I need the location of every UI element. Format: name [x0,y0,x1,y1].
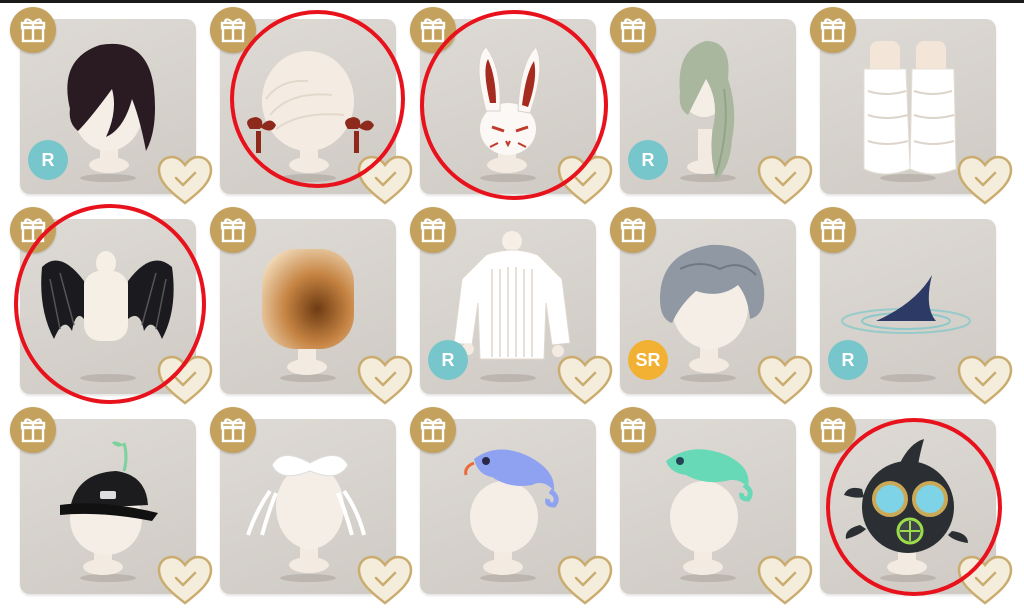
gift-icon[interactable] [210,207,256,253]
item-card-twin-buns-with-red-ribbons[interactable] [210,7,413,205]
item-card-green-chameleon[interactable] [610,407,813,605]
rarity-badge: R [828,340,868,380]
heart-check-icon[interactable] [156,354,214,406]
item-card-long-sage-hair[interactable]: R [610,7,813,205]
heart-check-icon[interactable] [756,354,814,406]
heart-check-icon[interactable] [956,154,1014,206]
gift-icon[interactable] [610,407,656,453]
item-card-black-bat-wings[interactable] [10,207,213,405]
item-card-black-cap-with-sprout[interactable] [10,407,213,605]
gift-icon[interactable] [410,407,456,453]
gift-icon[interactable] [610,207,656,253]
item-card-toasted-marshmallow[interactable] [210,207,413,405]
heart-check-icon[interactable] [356,354,414,406]
gift-icon[interactable] [10,407,56,453]
gift-icon[interactable] [410,207,456,253]
gift-icon[interactable] [10,207,56,253]
item-card-shark-fin[interactable]: R [810,207,1013,405]
heart-check-icon[interactable] [956,354,1014,406]
heart-check-icon[interactable] [756,554,814,606]
heart-check-icon[interactable] [756,154,814,206]
item-grid: R R R SR R [10,7,1013,605]
heart-check-icon[interactable] [156,154,214,206]
heart-check-icon[interactable] [156,554,214,606]
gift-icon[interactable] [610,7,656,53]
gift-icon[interactable] [810,407,856,453]
heart-check-icon[interactable] [556,154,614,206]
gift-icon[interactable] [810,207,856,253]
item-card-gas-mask-fish-helmet[interactable] [810,407,1013,605]
item-card-white-bow-headpiece[interactable] [210,407,413,605]
heart-check-icon[interactable] [356,554,414,606]
heart-check-icon[interactable] [956,554,1014,606]
item-card-dark-hair[interactable]: R [10,7,213,205]
rarity-badge: R [628,140,668,180]
gift-icon[interactable] [210,7,256,53]
item-card-white-leg-warmers[interactable] [810,7,1013,205]
heart-check-icon[interactable] [556,554,614,606]
item-card-blue-chameleon[interactable] [410,407,613,605]
gift-icon[interactable] [410,7,456,53]
heart-check-icon[interactable] [556,354,614,406]
rarity-badge: R [428,340,468,380]
heart-check-icon[interactable] [356,154,414,206]
item-card-white-knit-sweater[interactable]: R [410,207,613,405]
rarity-badge: R [28,140,68,180]
top-border [0,0,1024,3]
gift-icon[interactable] [210,407,256,453]
item-card-grey-wavy-hair[interactable]: SR [610,207,813,405]
rarity-badge: SR [628,340,668,380]
gift-icon[interactable] [810,7,856,53]
item-card-white-rabbit-mask[interactable] [410,7,613,205]
gift-icon[interactable] [10,7,56,53]
